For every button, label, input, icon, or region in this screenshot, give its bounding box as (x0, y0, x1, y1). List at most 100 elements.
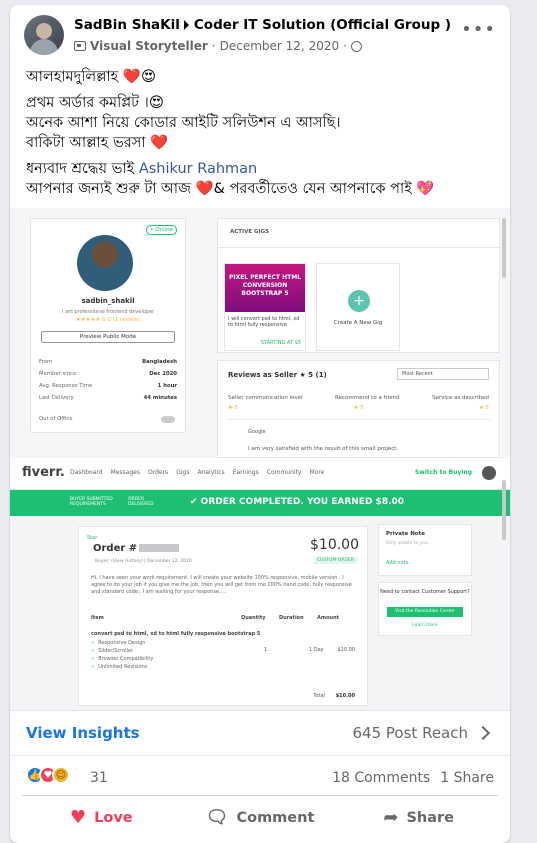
reviews-sort: Most Recent (397, 368, 489, 380)
online-badge: • Online (146, 225, 177, 235)
post-line: আলহামদুলিল্লাহ ❤️😍 (26, 69, 157, 85)
profile-row: Member since Dec 2020 (39, 371, 177, 377)
new-gig-label: Create A New Gig (333, 320, 383, 326)
redacted-block (139, 544, 180, 552)
reviews-panel: Reviews as Seller ★ 5 (1) Most Recent Se… (217, 360, 500, 458)
action-bar: ♥ Love 🗨 Comment ➦ Share (22, 795, 498, 839)
insights-bar: View Insights 645 Post Reach (10, 710, 510, 756)
shares-count[interactable]: 1 Share (440, 770, 494, 786)
row-label: From (39, 359, 53, 365)
preview-button: Preview Public Mode (41, 331, 175, 343)
love-label: Love (94, 809, 133, 826)
comment-icon: 🗨 (205, 806, 229, 828)
col-header: Quantity (241, 615, 266, 621)
toggle-icon (161, 416, 175, 423)
order-features: ✓ Responsive Design ✓ Slider/Scroller ✓ Bro… (91, 640, 154, 670)
nav-item: More (309, 469, 325, 476)
profile-username: sadbin_shakil (81, 297, 135, 305)
reviews-title: Reviews as Seller ★ 5 (1) (228, 371, 327, 379)
gig-thumbnail: PIXEL PERFECT HTML CONVERSION BOOTSTRAP … (225, 264, 305, 312)
order-item: convert psd to html, xd to html fully re… (91, 631, 261, 637)
care-icon: ☺ (52, 766, 70, 784)
col-header: Item (91, 615, 104, 621)
feature: Slider/Scroller (98, 648, 133, 654)
share-label: Share (406, 809, 454, 826)
post-image[interactable]: • Online sadbin_shakil I am professional… (10, 208, 510, 710)
gigs-tab: ACTIVE GIGS (230, 229, 270, 235)
plus-icon: + (348, 290, 370, 312)
row-value: 1 hour (157, 383, 177, 389)
col-header: Amount (317, 615, 340, 621)
note-placeholder: Only visible to you (386, 541, 428, 546)
completed-text: ✔ ORDER COMPLETED. YOU EARNED $8.00 (190, 497, 405, 507)
group-name[interactable]: Coder IT Solution (Official Group ) (194, 17, 451, 33)
note-title: Private Note (386, 531, 425, 537)
resolution-button: Visit the Resolution Center (387, 607, 463, 617)
reviewer-country: Google (248, 429, 266, 435)
row-value: Bangladesh (142, 359, 177, 365)
engagement-counts: 18 Comments 1 Share (332, 770, 494, 786)
post-line: বাকিটা আল্লাহ ভরসা ❤️ (26, 135, 169, 151)
profile-rating: ★★★★★ 5.0 (1 review) (75, 317, 141, 323)
criteria-stars: ★ 5 (478, 405, 489, 411)
custom-order-badge: CUSTOM ORDER (314, 557, 357, 564)
love-button[interactable]: ♥ Love (22, 796, 181, 839)
step-label: BUYER SUBMITTED REQUIREMENTS (70, 497, 113, 507)
order-number: Order # (93, 543, 180, 554)
new-gig-card: + Create A New Gig (316, 263, 400, 351)
nav-item: Gigs (176, 469, 190, 476)
author-name[interactable]: SadBin ShaKil (74, 17, 180, 33)
post-line: ধন্যবাদ শ্রদ্ধেয় ভাই Ashikur Rahman (26, 159, 496, 179)
total-label: Total (313, 693, 325, 699)
comments-count[interactable]: 18 Comments (332, 770, 430, 786)
author-role: Visual Storyteller (90, 39, 208, 53)
order-meta: Buyer: (View History) | December 12, 202… (95, 559, 192, 564)
switch-to-buying: Switch to Buying (414, 469, 472, 476)
fiverr-avatar (482, 466, 496, 480)
feature: Responsive Design (98, 640, 146, 646)
arrow-right-icon (183, 20, 189, 30)
row-label: Last Delivery (39, 395, 74, 401)
row-value: 44 minutes (143, 395, 177, 401)
meta-dot: · (211, 39, 216, 53)
chevron-right-icon[interactable] (475, 725, 491, 741)
feature: Browser Compatibility (98, 656, 154, 662)
order-message: Hi, I have seen your work requirement. I… (91, 575, 352, 595)
reaction-icons[interactable]: 👍 ♥ ☺ (26, 766, 70, 784)
fiverr-logo: fiverr. (22, 465, 65, 480)
order-amount: $10.00 (310, 537, 359, 553)
order-total: $10.00 (335, 693, 355, 699)
comment-button[interactable]: 🗨 Comment (181, 796, 340, 839)
nav-item: Analytics (197, 469, 225, 476)
review-text: I am very satisfied with the result of t… (248, 446, 399, 452)
profile-row: From Bangladesh (39, 359, 177, 365)
mention-link[interactable]: Ashikur Rahman (139, 161, 257, 177)
thanks-text: ধন্যবাদ শ্রদ্ধেয় ভাই (26, 161, 135, 177)
nav-item: Orders (148, 469, 169, 476)
author-avatar[interactable] (24, 15, 64, 55)
share-button[interactable]: ➦ Share (339, 796, 498, 839)
globe-icon (350, 40, 362, 52)
fiverr-nav: Dashboard Messages Orders Gigs Analytics… (70, 469, 324, 476)
order-star: Star (87, 535, 98, 541)
post-date[interactable]: December 12, 2020 (220, 39, 339, 53)
view-insights-link[interactable]: View Insights (26, 724, 140, 742)
more-options-button[interactable]: ••• (461, 21, 496, 39)
post-line: প্রথম অর্ডার কমপ্লিট ।😍 (26, 95, 164, 111)
review-stars: ★ 5 ★ 5 ★ 5 (228, 405, 489, 411)
gig-price: STARTING AT $5 (260, 340, 301, 346)
post-line: অনেক আশা নিয়ে কোডার আইটি সলিউশন এ আসছি। (26, 115, 341, 131)
nav-item: Messages (110, 469, 140, 476)
scrollbar (502, 480, 506, 540)
order-completed-banner: BUYER SUBMITTED REQUIREMENTS ORDER DELIV… (10, 490, 510, 516)
reaction-count[interactable]: 31 (90, 770, 108, 786)
comment-label: Comment (236, 809, 315, 826)
gig-card: PIXEL PERFECT HTML CONVERSION BOOTSTRAP … (224, 263, 306, 351)
post-text: আলহামদুলিল্লাহ ❤️😍 প্রথম অর্ডার কমপ্লিট … (26, 67, 496, 199)
row-label: Avg. Response Time (39, 383, 93, 389)
support-panel: Need to contact Customer Support? Visit … (378, 582, 472, 636)
profile-panel: • Online sadbin_shakil I am professional… (30, 218, 186, 433)
row-label: Member since (39, 371, 77, 377)
order-table-header: Item Quantity Duration Amount (91, 615, 355, 621)
fiverr-profile-screenshot: • Online sadbin_shakil I am professional… (10, 208, 510, 458)
